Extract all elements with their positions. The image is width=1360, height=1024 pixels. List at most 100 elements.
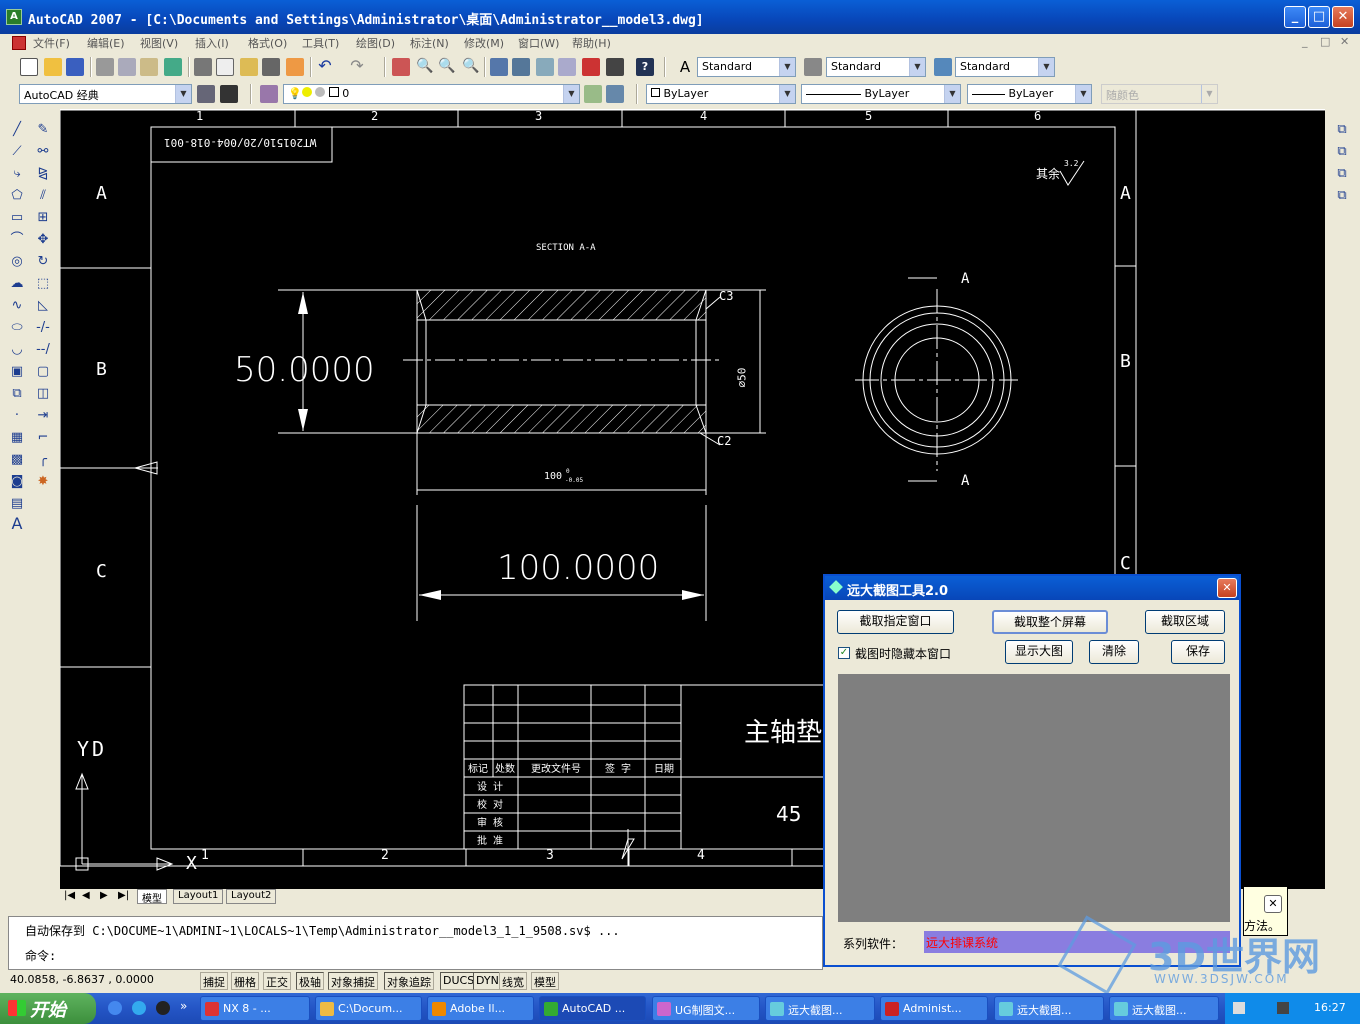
tray-keyboard-icon[interactable]: [1233, 1002, 1245, 1014]
coordinates-display[interactable]: 40.0858, -6.8637 , 0.0000: [8, 972, 196, 990]
layer-select[interactable]: 💡 0 ▼: [283, 84, 580, 104]
grid-toggle[interactable]: 栅格: [231, 972, 259, 990]
erase-icon[interactable]: ✎: [34, 121, 52, 139]
tray-network-icon[interactable]: [1277, 1002, 1289, 1014]
doc-restore-icon[interactable]: □: [1320, 35, 1330, 48]
zoom-previous-icon[interactable]: 🔍: [462, 58, 480, 76]
dialog-close-button[interactable]: ✕: [1217, 578, 1237, 598]
doc-minimize-icon[interactable]: _: [1302, 35, 1308, 48]
send-under-icon[interactable]: ⧉: [1333, 187, 1351, 205]
capture-window-button[interactable]: 截取指定窗口: [837, 610, 954, 634]
tab-layout1[interactable]: Layout1: [173, 889, 224, 904]
scale-icon[interactable]: ⬚: [34, 275, 52, 293]
menu-file[interactable]: 文件(F): [33, 35, 70, 51]
menu-edit[interactable]: 编辑(E): [87, 35, 125, 51]
osnap-toggle[interactable]: 对象捕捉: [328, 972, 378, 990]
my-workspace-icon[interactable]: [220, 85, 238, 103]
lineweight-toggle[interactable]: 线宽: [499, 972, 527, 990]
workspace-settings-icon[interactable]: [197, 85, 215, 103]
close-button[interactable]: ✕: [1332, 6, 1354, 28]
capture-fullscreen-button[interactable]: 截取整个屏幕: [992, 610, 1108, 634]
dyn-toggle[interactable]: DYN: [473, 972, 502, 990]
tab-layout2[interactable]: Layout2: [226, 889, 277, 904]
task-illustrator[interactable]: Adobe Il...: [427, 996, 534, 1021]
hide-window-checkbox[interactable]: ✓: [838, 647, 850, 659]
zoom-realtime-icon[interactable]: 🔍: [416, 58, 434, 76]
move-icon[interactable]: ✥: [34, 231, 52, 249]
model-toggle[interactable]: 模型: [531, 972, 559, 990]
linetype-select[interactable]: ByLayer ▼: [801, 84, 961, 104]
point-icon[interactable]: ·: [8, 407, 26, 425]
menu-insert[interactable]: 插入(I): [195, 35, 229, 51]
mirror-icon[interactable]: ⧎: [34, 165, 52, 183]
arc-icon[interactable]: ⌒: [8, 231, 26, 249]
polyline-icon[interactable]: ⤷: [8, 165, 26, 183]
copy-object-icon[interactable]: ⚯: [34, 143, 52, 161]
menu-window[interactable]: 窗口(W): [518, 35, 559, 51]
layer-previous-icon[interactable]: [606, 85, 624, 103]
insert-block-icon[interactable]: ▣: [8, 363, 26, 381]
minimize-button[interactable]: _: [1284, 6, 1306, 28]
task-nx8[interactable]: NX 8 - ...: [200, 996, 310, 1021]
save-icon[interactable]: [66, 58, 84, 76]
ortho-toggle[interactable]: 正交: [263, 972, 291, 990]
polar-toggle[interactable]: 极轴: [296, 972, 324, 990]
calculator-icon[interactable]: [606, 58, 624, 76]
copy-icon[interactable]: [216, 58, 234, 76]
task-screenshot-1[interactable]: 远大截图...: [765, 996, 875, 1021]
tab-first-icon[interactable]: |◀: [64, 890, 75, 901]
dim-style-select[interactable]: Standard ▼: [826, 57, 926, 77]
task-ug-doc[interactable]: UG制图文...: [652, 996, 760, 1021]
start-button[interactable]: 开始: [0, 993, 96, 1024]
ie-quicklaunch-icon[interactable]: [108, 1001, 122, 1015]
color-select[interactable]: ByLayer ▼: [646, 84, 796, 104]
array-icon[interactable]: ⊞: [34, 209, 52, 227]
stretch-icon[interactable]: ◺: [34, 297, 52, 315]
lineweight-select[interactable]: ByLayer ▼: [967, 84, 1092, 104]
menu-tools[interactable]: 工具(T): [302, 35, 339, 51]
extend-icon[interactable]: --/: [34, 341, 52, 359]
fillet-icon[interactable]: ╭: [34, 451, 52, 469]
make-current-layer-icon[interactable]: [584, 85, 602, 103]
break-at-point-icon[interactable]: ▢: [34, 363, 52, 381]
show-large-button[interactable]: 显示大图: [1005, 640, 1073, 664]
redo-icon[interactable]: ↷: [348, 58, 366, 76]
tool-palettes-icon[interactable]: [536, 58, 554, 76]
text-style-icon[interactable]: A: [676, 58, 694, 76]
gradient-icon[interactable]: ▩: [8, 451, 26, 469]
line-icon[interactable]: ╱: [8, 121, 26, 139]
clear-button[interactable]: 清除: [1089, 640, 1139, 664]
break-icon[interactable]: ◫: [34, 385, 52, 403]
ellipse-arc-icon[interactable]: ◡: [8, 341, 26, 359]
chamfer-icon[interactable]: ⌐: [34, 429, 52, 447]
table-style-icon[interactable]: [934, 58, 952, 76]
capture-region-button[interactable]: 截取区域: [1145, 610, 1225, 634]
command-window[interactable]: 自动保存到 C:\DOCUME~1\ADMINI~1\LOCALS~1\Temp…: [8, 916, 823, 970]
clock[interactable]: 16:27: [1314, 1001, 1346, 1014]
workspace-select[interactable]: AutoCAD 经典 ▼: [19, 84, 192, 104]
tab-last-icon[interactable]: ▶|: [118, 890, 129, 901]
cut-icon[interactable]: [194, 58, 212, 76]
ellipse-icon[interactable]: ⬭: [8, 319, 26, 337]
menu-help[interactable]: 帮助(H): [572, 35, 611, 51]
command-prompt[interactable]: 命令:: [25, 947, 56, 964]
layer-manager-icon[interactable]: [260, 85, 278, 103]
markup-icon[interactable]: [582, 58, 600, 76]
zoom-window-icon[interactable]: 🔍: [438, 58, 456, 76]
text-style-select[interactable]: Standard ▼: [697, 57, 796, 77]
bring-above-icon[interactable]: ⧉: [1333, 165, 1351, 183]
rotate-icon[interactable]: ↻: [34, 253, 52, 271]
task-administrator[interactable]: Administ...: [880, 996, 988, 1021]
block-editor-icon[interactable]: [286, 58, 304, 76]
construction-line-icon[interactable]: ⟋: [8, 143, 26, 161]
make-block-icon[interactable]: ⧉: [8, 385, 26, 403]
print-preview-icon[interactable]: [118, 58, 136, 76]
polygon-icon[interactable]: ⬠: [8, 187, 26, 205]
sheet-set-icon[interactable]: [558, 58, 576, 76]
menu-view[interactable]: 视图(V): [140, 35, 178, 51]
web-icon[interactable]: [164, 58, 182, 76]
dim-style-icon[interactable]: [804, 58, 822, 76]
explode-icon[interactable]: ✸: [34, 473, 52, 491]
undo-icon[interactable]: ↶: [316, 58, 334, 76]
revision-cloud-icon[interactable]: ☁: [8, 275, 26, 293]
